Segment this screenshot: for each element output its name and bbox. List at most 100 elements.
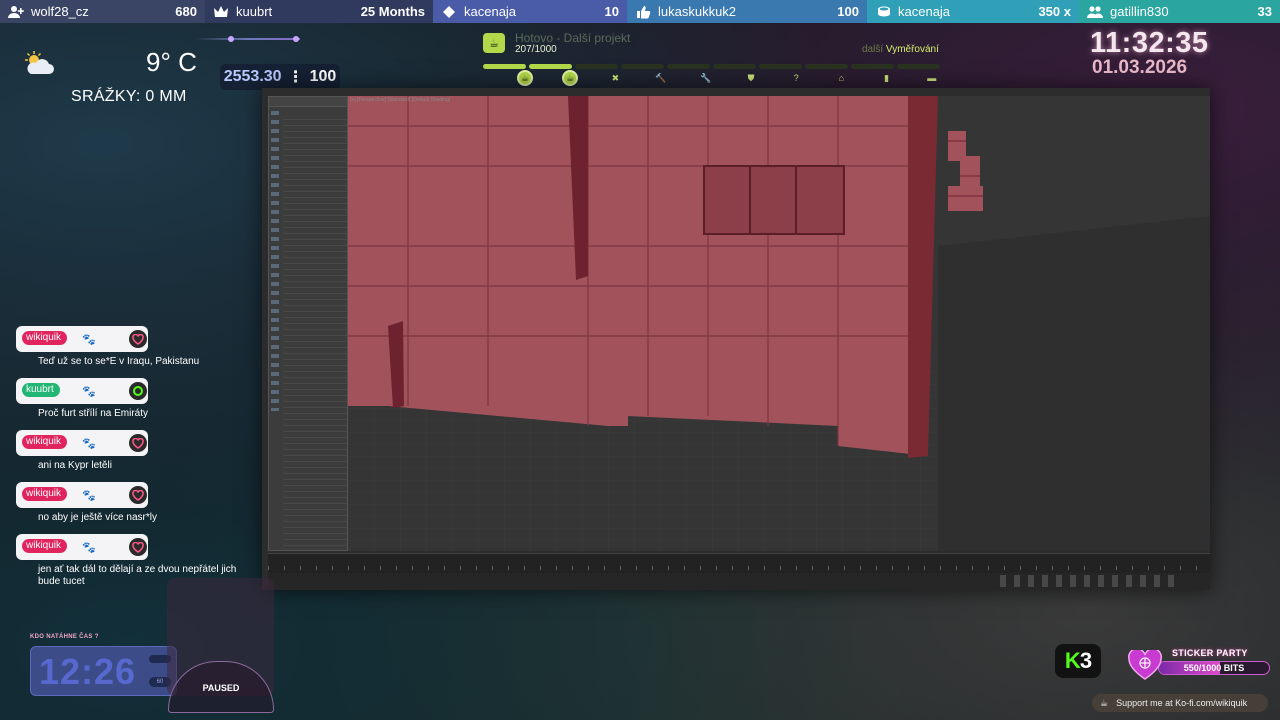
coffee-cup-icon: ☕	[1100, 697, 1109, 708]
clock-time: 11:32:35	[1090, 27, 1209, 59]
question-icon: ?	[793, 73, 799, 83]
chat-header: wikiquik 🐾	[16, 326, 148, 352]
timeline[interactable]	[268, 553, 1210, 573]
chat-header: wikiquik 🐾	[16, 482, 148, 508]
progress-count: 207/1000	[515, 44, 557, 55]
chat-header: wikiquik 🐾	[16, 534, 148, 560]
chat-header: kuubrt 🐾	[16, 378, 148, 404]
event-like: lukaskukkuk2 100	[627, 0, 867, 23]
chat-username[interactable]: wikiquik	[22, 487, 68, 501]
heart-icon	[129, 538, 147, 556]
progress-segment	[805, 64, 848, 69]
paw-icon: 🐾	[82, 386, 96, 398]
event-value: 100	[837, 4, 859, 19]
users-icon	[1087, 5, 1103, 19]
goal-slider-dot	[293, 36, 299, 42]
clock-date: 01.03.2026	[1092, 57, 1188, 78]
event-coins: kacenaja 350 x	[867, 0, 1079, 23]
cup-icon: ☕	[562, 70, 579, 86]
chat-message: wikiquik 🐾 no aby je ještě více nasr*ly	[16, 482, 276, 524]
event-value: 25 Months	[360, 4, 425, 19]
hold-timer: 12:26 60	[30, 646, 177, 696]
shield-icon: ⛊	[747, 72, 755, 83]
progress-next-value: Vyměřování	[885, 44, 939, 55]
chat-text: Teď už se to se*E v Iraqu, Pakistanu	[38, 356, 200, 367]
paw-icon: 🐾	[82, 490, 96, 502]
progress-next-label: další	[862, 44, 884, 55]
cross-icon: ✖	[611, 72, 620, 83]
event-follower: wolf28_cz 680	[0, 0, 205, 23]
cup-icon: ☕	[483, 33, 505, 53]
kofi-banner[interactable]: ☕ Support me at Ko-fi.com/wikiquik	[1092, 694, 1268, 712]
paw-icon: 🐾	[82, 542, 96, 554]
event-name: wolf28_cz	[31, 4, 89, 19]
event-name: gatillin830	[1110, 4, 1169, 19]
status-bar	[268, 573, 1210, 590]
progress-segment	[483, 64, 526, 69]
chat-message: kuubrt 🐾 Proč furt střílí na Emiráty	[16, 378, 276, 420]
chat-username[interactable]: kuubrt	[22, 383, 60, 397]
event-subscriber: kuubrt 25 Months	[205, 0, 433, 23]
goal-separator: ⋮	[287, 69, 304, 86]
sticker-party-goal: 550/1000 BITS STICKER PARTY	[1128, 648, 1270, 682]
coins-icon	[875, 5, 891, 19]
heart-icon	[1128, 648, 1162, 680]
progress-bar	[483, 64, 940, 69]
kick-logo-k: K	[1064, 648, 1081, 673]
chat-username[interactable]: wikiquik	[22, 539, 68, 553]
progress-segment	[529, 64, 572, 69]
kick-logo-number: 3	[1079, 648, 1092, 673]
media-status-label: PAUSED	[202, 683, 240, 693]
progress-next: další Vyměřování	[862, 44, 939, 55]
paw-icon: 🐾	[82, 438, 96, 450]
paw-icon: 🐾	[82, 334, 96, 346]
scene-explorer-tabs	[269, 97, 347, 107]
chat-text: Proč furt střílí na Emiráty	[38, 408, 149, 419]
event-value: 680	[175, 4, 197, 19]
bookmark-icon: ▮	[884, 72, 890, 83]
progress-segment	[621, 64, 664, 69]
heart-icon	[129, 330, 147, 348]
event-raid: gatillin830 33	[1079, 0, 1280, 23]
temperature: 9° C	[146, 47, 197, 77]
progress-milestones: ☕ ☕ ✖ 🔨 🔧 ⛊? ⌂ ▮ ▬	[517, 70, 947, 88]
user-plus-icon	[8, 5, 24, 19]
spark-icon	[129, 382, 147, 400]
chat-username[interactable]: wikiquik	[22, 435, 68, 449]
cup-icon: ☕	[517, 70, 533, 86]
sticker-party-bar: 550/1000 BITS	[1158, 661, 1270, 675]
home-icon: ⌂	[838, 73, 845, 83]
goal-current: 2553.30	[223, 68, 282, 85]
timeline-ticks	[268, 566, 1204, 570]
chat-header: wikiquik 🐾	[16, 430, 148, 456]
thumbs-up-icon	[635, 5, 651, 19]
progress-title: Hotovo - Další projekt	[515, 31, 631, 45]
heart-icon	[129, 434, 147, 452]
event-name: kuubrt	[236, 4, 273, 19]
precipitation: SRÁŽKY: 0 MM	[71, 88, 187, 105]
scene-object-list	[283, 119, 347, 547]
chat-text: ani na Kypr letěli	[38, 460, 112, 471]
partly-cloudy-icon	[22, 50, 56, 76]
event-name: kacenaja	[898, 4, 951, 19]
progress-segment	[897, 64, 940, 69]
event-gift: kacenaja 10	[433, 0, 627, 23]
playback-controls[interactable]	[1000, 575, 1180, 587]
goal-target: 100	[309, 68, 337, 85]
event-name: lukaskukkuk2	[658, 4, 737, 19]
truck-icon: ▬	[927, 73, 937, 83]
progress-segment	[759, 64, 802, 69]
hold-timer-time: 12:26	[39, 651, 137, 692]
goal-slider-dot	[228, 36, 234, 42]
sticker-party-title: STICKER PARTY	[1172, 648, 1248, 658]
goal-slider-track	[195, 38, 300, 40]
chat-username[interactable]: wikiquik	[22, 331, 68, 345]
progress-segment	[851, 64, 894, 69]
chat-text: no aby je ještě více nasr*ly	[38, 512, 157, 523]
event-value: 33	[1257, 4, 1272, 19]
chat-message: wikiquik 🐾 ani na Kypr letěli	[16, 430, 276, 472]
progress-segment	[667, 64, 710, 69]
scene-explorer	[268, 96, 348, 551]
kick-logo: K 3	[1055, 644, 1101, 678]
3d-viewport: [+] [Perspective] [Standard] [Default Sh…	[348, 96, 1210, 551]
